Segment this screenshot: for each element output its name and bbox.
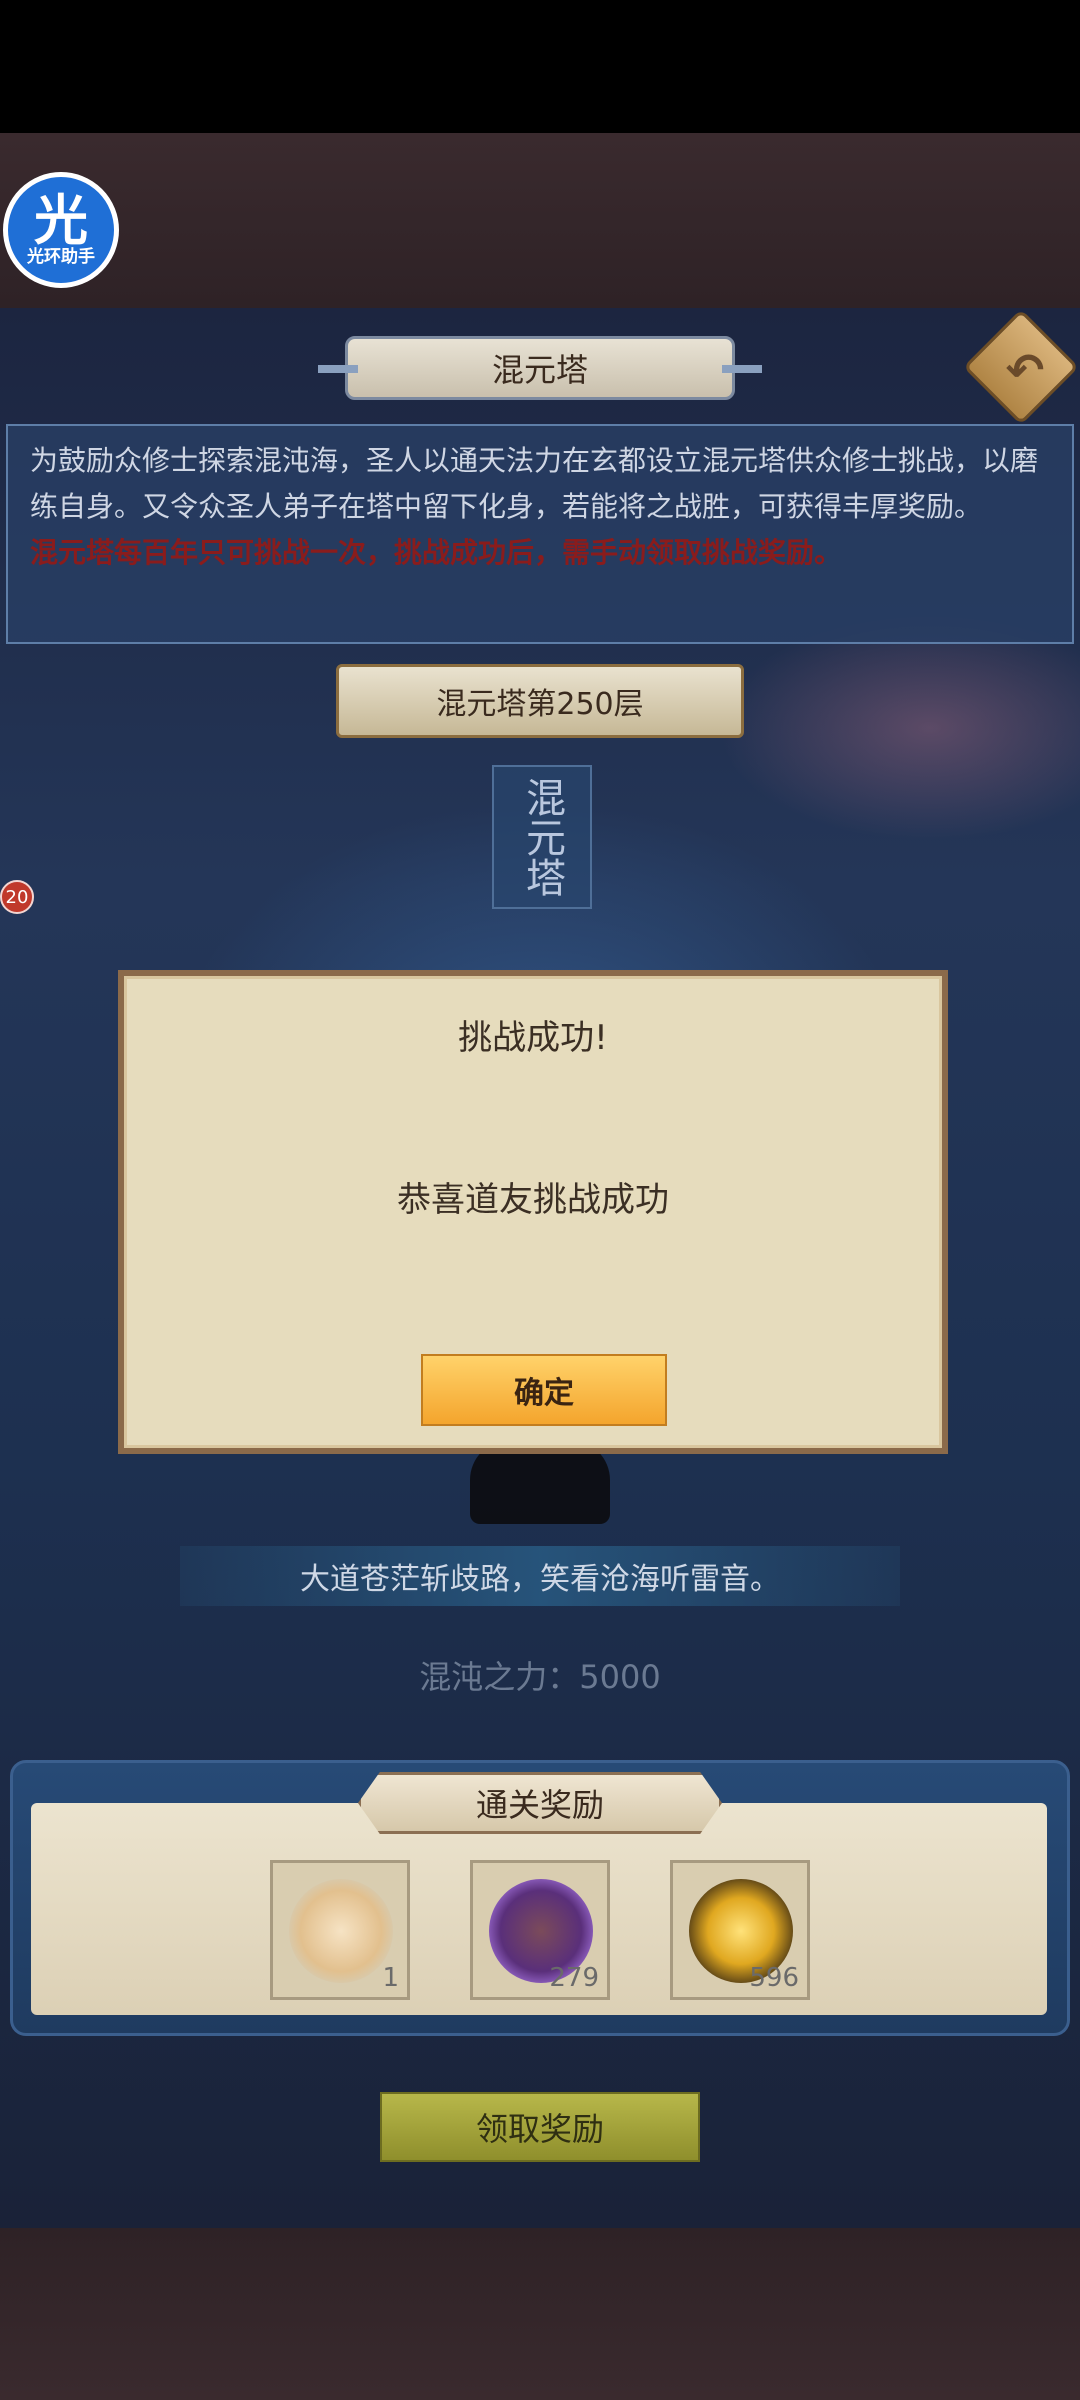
reward-item[interactable]: 1 [270, 1860, 410, 2000]
assistant-label: 光环助手 [27, 247, 95, 267]
tower-sign: 混元塔 [492, 765, 592, 909]
assistant-logo-glyph: 光 [34, 189, 88, 252]
description-text: 为鼓励众修士探索混沌海，圣人以通天法力在玄都设立混元塔供众修士挑战，以磨练自身。… [30, 444, 1039, 523]
success-dialog: 挑战成功! 恭喜道友挑战成功 确定 [118, 970, 948, 1454]
top-letterbox [0, 133, 1080, 308]
description-panel: 为鼓励众修士探索混沌海，圣人以通天法力在玄都设立混元塔供众修士挑战，以磨练自身。… [6, 424, 1074, 644]
page-title: 混元塔 [318, 336, 762, 400]
description-warning: 混元塔每百年只可挑战一次，挑战成功后，需手动领取挑战奖励。 [30, 536, 843, 569]
reward-count: 596 [749, 1963, 799, 1993]
floating-assistant-badge[interactable]: 光 光环助手 [3, 172, 119, 288]
floor-banner: 混元塔第250层 [336, 664, 744, 738]
reward-count: 279 [549, 1963, 599, 1993]
status-bar [0, 0, 1080, 133]
reward-item[interactable]: 596 [670, 1860, 810, 2000]
slogan-text: 大道苍茫斩歧路，笑看沧海听雷音。 [180, 1546, 900, 1606]
talisman-icon [289, 1879, 393, 1983]
notification-badge[interactable]: 20 [0, 880, 34, 914]
back-arrow-icon[interactable]: ↶ [995, 340, 1055, 400]
dialog-message: 恭喜道友挑战成功 [397, 1180, 669, 1220]
reward-count: 1 [382, 1963, 399, 1993]
chaos-power-text: 混沌之力：5000 [419, 1658, 661, 1696]
reward-item[interactable]: 279 [470, 1860, 610, 2000]
bottom-letterbox [0, 2228, 1080, 2400]
confirm-button[interactable]: 确定 [421, 1354, 667, 1426]
reward-title: 通关奖励 [358, 1772, 722, 1834]
dialog-title: 挑战成功! [458, 1018, 608, 1058]
claim-reward-button[interactable]: 领取奖励 [380, 2092, 700, 2162]
